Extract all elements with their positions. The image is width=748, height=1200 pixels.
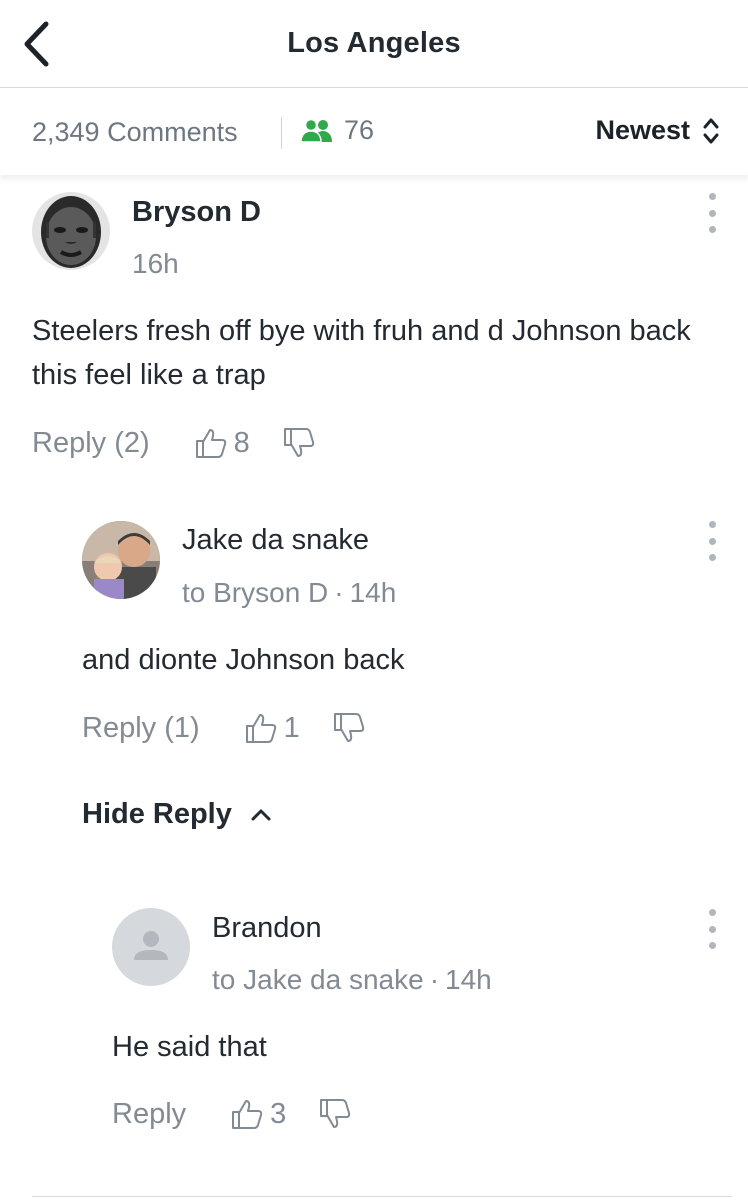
dislike-button[interactable] [282,426,316,460]
dot-icon [708,193,716,200]
separator-dot: · [429,964,440,995]
dislike-button[interactable] [318,1097,352,1131]
reply-button[interactable]: Reply [112,1098,186,1131]
avatar[interactable] [32,192,110,270]
dot-icon [708,209,716,217]
default-user-icon [134,931,168,960]
avatar[interactable] [82,521,160,599]
more-options-button[interactable] [700,909,724,949]
dot-icon [708,925,716,933]
sort-arrows-icon [703,118,719,143]
dot-icon [708,909,716,916]
user-photo-icon [32,192,110,270]
chevron-up-icon [251,809,271,820]
comment-text: Steelers fresh off bye with fruh and d J… [32,315,691,391]
reply-meta: to Jake da snake · 14h [212,964,492,996]
timestamp-text: 14h [445,964,492,995]
like-button[interactable]: 3 [230,1097,286,1131]
like-button[interactable]: 8 [194,426,250,460]
thumbs-up-icon [245,714,276,743]
dislike-button[interactable] [332,711,366,745]
comment-timestamp: 16h [132,248,179,280]
comments-stats-bar: 2,349 Comments 76 Newest [0,89,748,175]
stats-divider [281,117,282,149]
dot-icon [708,226,716,233]
hide-reply-label: Hide Reply [82,798,232,830]
like-button[interactable]: 1 [244,711,300,745]
like-count: 1 [283,711,300,744]
online-count: 76 [344,115,375,145]
separator-dot: · [334,577,344,608]
comment-count: 2,349 Comments [32,117,238,147]
more-options-button[interactable] [700,193,724,233]
dot-icon [708,554,716,561]
users-icon [300,118,332,143]
commenter-name[interactable]: Bryson D [132,196,261,229]
thumbs-up-icon [195,429,226,458]
dot-icon [708,942,716,949]
thumbs-up-icon [232,1100,263,1129]
sort-label: Newest [595,115,690,145]
page-title: Los Angeles [287,27,461,59]
dot-icon [708,537,716,545]
dot-icon [708,521,716,528]
comment-text: and dionte Johnson back [82,644,405,676]
sort-dropdown[interactable]: Newest [595,115,720,146]
thumbs-down-icon [320,1099,351,1128]
thumbs-down-icon [283,428,314,457]
reply-to-text[interactable]: to Jake da snake [212,964,424,995]
divider [32,1196,732,1197]
commenter-name[interactable]: Brandon [212,912,322,945]
reply-to-text[interactable]: to Bryson D [182,577,328,608]
commenter-name[interactable]: Jake da snake [182,524,369,557]
like-count: 3 [270,1097,287,1130]
like-count: 8 [233,426,250,459]
comment-text: He said that [112,1031,267,1063]
timestamp-text: 14h [349,577,397,608]
thumbs-down-icon [333,713,364,742]
user-photo-icon [82,521,160,599]
top-bar: Los Angeles [0,0,748,88]
reply-button[interactable]: Reply (2) [32,427,150,460]
online-users: 76 [300,115,374,146]
avatar[interactable] [112,908,190,986]
comment-actions: Reply (1) 1 [82,711,366,745]
comment-actions: Reply (2) 8 [32,426,316,460]
comment-actions: Reply 3 [112,1097,352,1131]
reply-meta: to Bryson D · 14h [182,577,396,609]
timestamp-text: 16h [132,248,179,279]
more-options-button[interactable] [700,521,724,561]
reply-button[interactable]: Reply (1) [82,712,200,745]
hide-reply-toggle[interactable]: Hide Reply [82,798,272,831]
